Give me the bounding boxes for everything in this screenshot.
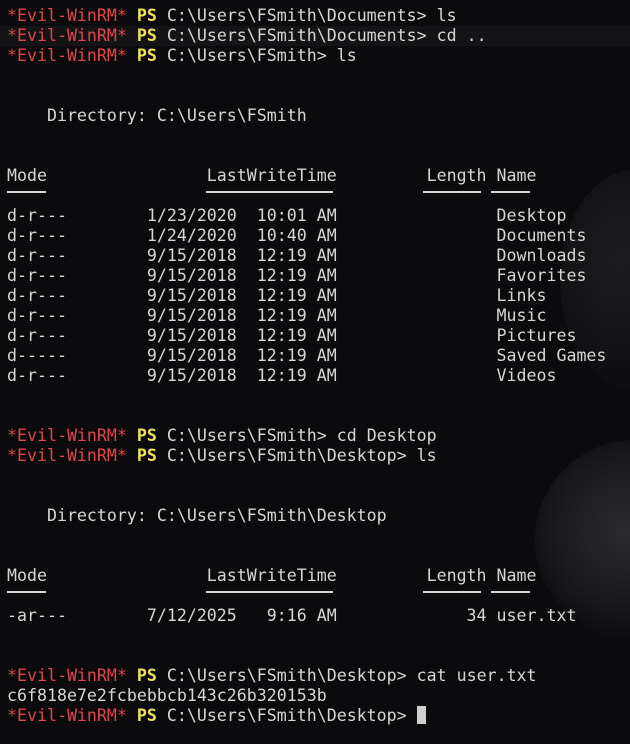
table-header-underline (7, 186, 606, 206)
prompt-line: *Evil-WinRM* PS C:\Users\FSmith> ls (7, 46, 606, 66)
command-text: ls (436, 6, 457, 25)
command-text: cd .. (436, 26, 487, 45)
prompt-path: C:\Users\FSmith\Documents> (166, 26, 427, 45)
active-prompt-line[interactable]: *Evil-WinRM* PS C:\Users\FSmith\Desktop> (7, 706, 606, 726)
ps-label: PS (136, 6, 157, 25)
prompt-line: *Evil-WinRM* PS C:\Users\FSmith\Document… (7, 6, 606, 26)
prompt-path: C:\Users\FSmith\Desktop> (166, 706, 407, 725)
table-row: d-r--- 9/15/2018 12:19 AM Music (7, 306, 547, 325)
prompt-line: *Evil-WinRM* PS C:\Users\FSmith\Document… (7, 26, 606, 46)
command-text: cd Desktop (336, 426, 437, 445)
prompt-label: *Evil-WinRM* (7, 426, 127, 445)
table-row: d-r--- 1/24/2020 10:40 AM Documents (7, 226, 587, 245)
prompt-line: *Evil-WinRM* PS C:\Users\FSmith> cd Desk… (7, 426, 606, 446)
ps-label: PS (136, 706, 157, 725)
prompt-label: *Evil-WinRM* (7, 446, 127, 465)
ps-label: PS (136, 426, 157, 445)
command-text: ls (416, 446, 437, 465)
terminal-output: *Evil-WinRM* PS C:\Users\FSmith\Document… (0, 6, 606, 726)
prompt-path: C:\Users\FSmith\Documents> (166, 6, 427, 25)
terminal-window[interactable]: *Evil-WinRM* PS C:\Users\FSmith\Document… (0, 0, 630, 744)
prompt-label: *Evil-WinRM* (7, 26, 127, 45)
table-row: d-r--- 9/15/2018 12:19 AM Pictures (7, 326, 577, 345)
prompt-label: *Evil-WinRM* (7, 706, 127, 725)
table-header: Mode LastWriteTime Length Name (7, 566, 537, 585)
prompt-path: C:\Users\FSmith> (166, 46, 327, 65)
table-row: d-r--- 1/23/2020 10:01 AM Desktop (7, 206, 567, 225)
command-text: cat user.txt (416, 666, 537, 685)
table-row: d-r--- 9/15/2018 12:19 AM Favorites (7, 266, 587, 285)
prompt-path: C:\Users\FSmith\Desktop> (166, 666, 407, 685)
table-header: Mode LastWriteTime Length Name (7, 166, 537, 185)
prompt-label: *Evil-WinRM* (7, 666, 127, 685)
flag-output: c6f818e7e2fcbebbcb143c26b320153b (7, 686, 327, 705)
prompt-line: *Evil-WinRM* PS C:\Users\FSmith\Desktop>… (7, 446, 606, 466)
prompt-label: *Evil-WinRM* (7, 6, 127, 25)
prompt-line: *Evil-WinRM* PS C:\Users\FSmith\Desktop>… (7, 666, 606, 686)
prompt-label: *Evil-WinRM* (7, 46, 127, 65)
command-text: ls (336, 46, 357, 65)
table-row: d-r--- 9/15/2018 12:19 AM Links (7, 286, 547, 305)
table-row: d-r--- 9/15/2018 12:19 AM Videos (7, 366, 557, 385)
ps-label: PS (136, 46, 157, 65)
table-row: d-r--- 9/15/2018 12:19 AM Downloads (7, 246, 587, 265)
table-row: -ar--- 7/12/2025 9:16 AM 34 user.txt (7, 606, 577, 625)
table-header-underline (7, 586, 606, 606)
directory-line: Directory: C:\Users\FSmith (7, 106, 307, 125)
ps-label: PS (136, 26, 157, 45)
ps-label: PS (136, 446, 157, 465)
table-row: d----- 9/15/2018 12:19 AM Saved Games (7, 346, 607, 365)
prompt-path: C:\Users\FSmith\Desktop> (166, 446, 407, 465)
directory-line: Directory: C:\Users\FSmith\Desktop (7, 506, 387, 525)
text-cursor[interactable] (416, 706, 426, 724)
prompt-path: C:\Users\FSmith> (166, 426, 327, 445)
ps-label: PS (136, 666, 157, 685)
